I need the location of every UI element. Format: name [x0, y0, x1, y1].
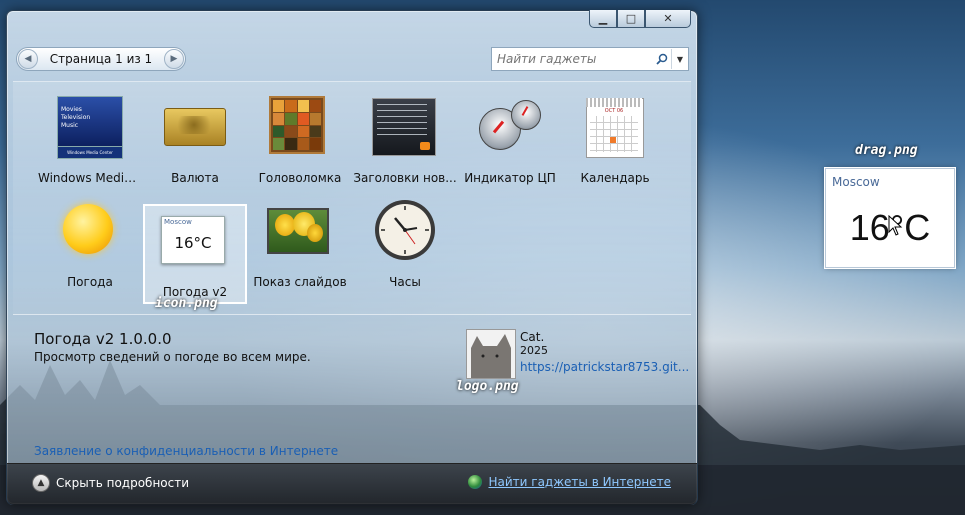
weather-v2-icon: Moscow 16°C: [161, 216, 228, 280]
gadget-weather-v2[interactable]: Moscow 16°C Погода v2: [143, 204, 247, 304]
gadget-cpu-meter[interactable]: Индикатор ЦП: [458, 82, 562, 185]
caption-buttons: ▁ □ ✕: [589, 10, 691, 28]
icon-caption: icon.png: [155, 296, 218, 311]
copyright-year: 2025: [520, 344, 548, 357]
wmc-line: Movies: [61, 106, 82, 113]
gadget-clock[interactable]: Часы: [353, 186, 457, 289]
author-name: Cat.: [520, 330, 545, 344]
mouse-cursor-icon: [888, 215, 903, 236]
gadget-slideshow[interactable]: Показ слайдов: [248, 186, 352, 289]
gadget-description: Просмотр сведений о погоде во всем мире.: [34, 350, 311, 364]
gadget-gallery: Movies Television Music Windows Media Ce…: [13, 81, 691, 315]
cpu-meter-icon: [477, 94, 543, 158]
gadget-label: Валюта: [171, 171, 219, 185]
gadget-currency[interactable]: Валюта: [143, 82, 247, 185]
gadget-gallery-window: ▁ □ ✕ ◀ Страница 1 из 1 ▶ ▼ Movies Telev…: [6, 10, 698, 505]
search-icon[interactable]: [653, 53, 671, 65]
slideshow-icon: [267, 198, 333, 262]
search-box: ▼: [491, 47, 689, 71]
minimize-icon: ▁: [598, 12, 608, 25]
wmc-bar: Windows Media Center: [57, 146, 123, 159]
find-online-label: Найти гаджеты в Интернете: [488, 475, 671, 489]
gadget-label: Погода: [67, 275, 113, 289]
previous-page-button[interactable]: ◀: [18, 49, 38, 69]
sun-icon: [57, 198, 123, 262]
gadget-puzzle[interactable]: Головоломка: [248, 82, 352, 185]
wmc-line: Television: [61, 114, 91, 121]
calendar-icon: OCT 06: [582, 94, 648, 158]
drag-caption: drag.png: [855, 143, 918, 158]
hide-details-button[interactable]: ▲ Скрыть подробности: [32, 474, 189, 492]
next-page-button[interactable]: ▶: [164, 49, 184, 69]
chevron-down-icon: ▼: [676, 54, 684, 64]
gadget-headlines[interactable]: Заголовки нов...: [353, 82, 457, 185]
footer-bar: ▲ Скрыть подробности Найти гаджеты в Инт…: [7, 463, 697, 505]
gadget-weather[interactable]: Погода: [38, 186, 142, 289]
drag-preview-city: Moscow: [832, 175, 880, 189]
gadget-label: Головоломка: [258, 171, 342, 185]
currency-icon: [162, 94, 228, 158]
puzzle-icon: [267, 94, 333, 158]
chevron-left-icon: ◀: [24, 54, 32, 64]
minimize-button[interactable]: ▁: [589, 10, 617, 28]
gadget-label: Индикатор ЦП: [464, 171, 556, 185]
search-input[interactable]: [492, 49, 653, 69]
page-indicator: Страница 1 из 1: [49, 52, 153, 66]
page-navigator: ◀ Страница 1 из 1 ▶: [16, 47, 186, 71]
gadget-label: Показ слайдов: [253, 275, 347, 289]
search-dropdown-button[interactable]: ▼: [671, 49, 688, 69]
maximize-icon: □: [625, 12, 637, 25]
wmc-line: Music: [61, 122, 79, 129]
chevron-up-icon: ▲: [32, 474, 50, 492]
weather-v2-temp: 16°C: [174, 234, 212, 252]
gadget-label: Заголовки нов...: [353, 171, 457, 185]
author-url-link[interactable]: https://patrickstar8753.git...: [520, 360, 689, 374]
logo-caption: logo.png: [456, 379, 519, 394]
calendar-month: OCT 06: [604, 108, 624, 114]
gadget-label: Календарь: [580, 171, 650, 185]
close-button[interactable]: ✕: [645, 10, 691, 28]
gadget-label: Windows Media...: [38, 171, 142, 185]
author-logo: [466, 329, 516, 379]
chevron-right-icon: ▶: [170, 54, 178, 64]
globe-icon: [468, 475, 483, 489]
privacy-statement-link[interactable]: Заявление о конфиденциальности в Интерне…: [34, 444, 338, 458]
clock-icon: [372, 198, 438, 262]
gadget-calendar[interactable]: OCT 06 Календарь: [563, 82, 667, 185]
find-gadgets-online-link[interactable]: Найти гаджеты в Интернете: [468, 475, 671, 489]
gadget-title: Погода v2 1.0.0.0: [34, 330, 172, 348]
windows-media-center-icon: Movies Television Music Windows Media Ce…: [57, 94, 123, 159]
hide-details-label: Скрыть подробности: [56, 476, 190, 490]
details-pane: Погода v2 1.0.0.0 Просмотр сведений о по…: [13, 316, 691, 464]
headlines-icon: [372, 94, 438, 158]
maximize-button[interactable]: □: [617, 10, 645, 28]
close-icon: ✕: [663, 12, 673, 25]
weather-v2-city: Moscow: [164, 218, 192, 226]
gadget-windows-media-center[interactable]: Movies Television Music Windows Media Ce…: [38, 82, 142, 185]
gadget-label: Часы: [389, 275, 421, 289]
